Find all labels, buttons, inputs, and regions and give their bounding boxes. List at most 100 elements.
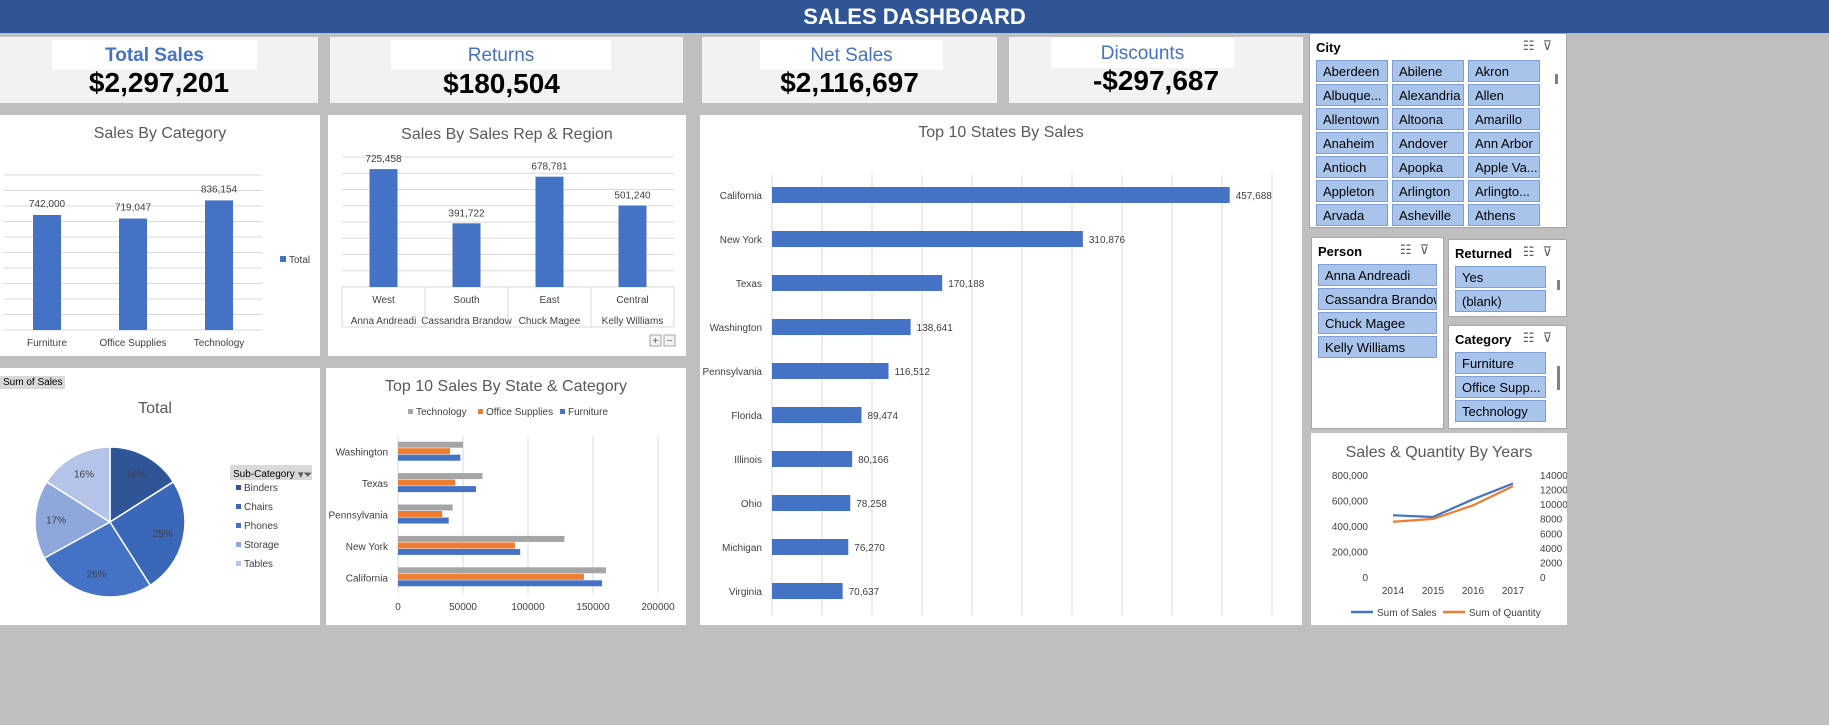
- clear-filter-icon[interactable]: ⊽: [1542, 330, 1560, 345]
- chart-sales-by-category[interactable]: Sales By Category 742,000 Furniture 719,04…: [0, 115, 320, 356]
- x-tick-label: 150000: [576, 602, 610, 613]
- state-label: New York: [720, 235, 763, 246]
- clear-filter-icon[interactable]: ⊽: [1542, 244, 1560, 259]
- slicer-item-altoona[interactable]: Altoona: [1392, 108, 1464, 130]
- data-label: 138,641: [917, 323, 954, 334]
- state-label: Illinois: [734, 455, 762, 466]
- slicer-item-appleton[interactable]: Appleton: [1316, 180, 1388, 202]
- slicer-item-furniture[interactable]: Furniture: [1455, 352, 1546, 374]
- slicer-item-andover[interactable]: Andover: [1392, 132, 1464, 154]
- legend-label: Binders: [244, 483, 278, 494]
- returned-slicer[interactable]: Returned ☷⊽ Yes (blank): [1448, 239, 1567, 317]
- kpi-label: Total Sales: [52, 40, 257, 70]
- multi-select-icon[interactable]: ☷: [1523, 38, 1543, 53]
- slicer-item-akron[interactable]: Akron: [1468, 60, 1540, 82]
- slicer-item-kelly-williams[interactable]: Kelly Williams: [1318, 336, 1437, 358]
- chart-state-category[interactable]: Top 10 Sales By State & Category 0 50000 1…: [326, 368, 686, 625]
- chart-title: Sales By Category: [93, 125, 227, 142]
- y-right-tick: 10000: [1540, 500, 1567, 511]
- slicer-item-cassandra-brandow[interactable]: Cassandra Brandow: [1318, 288, 1437, 310]
- slicer-item-aberdeen[interactable]: Aberdeen: [1316, 60, 1388, 82]
- category-label: New York: [346, 542, 389, 553]
- sales-by-category-plot: 742,000 Furniture 719,047 Office Supplies 83…: [4, 174, 310, 349]
- slicer-item-apopka[interactable]: Apopka: [1392, 156, 1464, 178]
- slicer-scrollbar[interactable]: [1557, 280, 1560, 290]
- slicer-item-technology[interactable]: Technology: [1455, 400, 1546, 422]
- bar-virginia: [772, 583, 843, 599]
- legend-label: Tables: [244, 559, 273, 570]
- slicer-item-anna-andreadi[interactable]: Anna Andreadi: [1318, 264, 1437, 286]
- bar-texas: [772, 275, 943, 291]
- legend-swatch: [236, 485, 241, 490]
- city-slicer[interactable]: City ☷⊽ Aberdeen Abilene Akron Albuque... Al…: [1309, 33, 1567, 228]
- chart-sales-quantity-years[interactable]: Sales & Quantity By Years 800,000 600,000…: [1311, 433, 1568, 625]
- bar-office-supplies: [398, 542, 515, 549]
- bar-technology: [205, 200, 233, 330]
- slicer-item-apple-va[interactable]: Apple Va...: [1468, 156, 1540, 178]
- slice-label: 26%: [87, 569, 107, 580]
- slicer-item-alexandria[interactable]: Alexandria: [1392, 84, 1464, 106]
- slicer-item-arlington[interactable]: Arlington: [1392, 180, 1464, 202]
- category-label: Furniture: [27, 338, 67, 349]
- data-label: 76,270: [854, 543, 885, 554]
- legend-label: Phones: [244, 521, 278, 532]
- clear-filter-icon[interactable]: ⊽: [1419, 242, 1437, 257]
- person-slicer[interactable]: Person ☷⊽ Anna Andreadi Cassandra Brandow…: [1311, 237, 1444, 429]
- bar-furniture: [398, 486, 476, 493]
- slicer-item-arlingto[interactable]: Arlingto...: [1468, 180, 1540, 202]
- region-label: West: [372, 295, 395, 306]
- x-tick-label: 100000: [511, 602, 545, 613]
- slice-label: 16%: [126, 470, 146, 481]
- slicer-item-arvada[interactable]: Arvada: [1316, 204, 1388, 226]
- slicer-item-ann-arbor[interactable]: Ann Arbor: [1468, 132, 1540, 154]
- slicer-item-anaheim[interactable]: Anaheim: [1316, 132, 1388, 154]
- bar-technology: [398, 535, 565, 542]
- chart-top10-states[interactable]: Top 10 States By Sales California 457,688…: [700, 115, 1302, 625]
- x-tick-label: 2017: [1502, 586, 1525, 597]
- multi-select-icon[interactable]: ☷: [1523, 330, 1543, 345]
- chart-title: Total: [138, 400, 172, 417]
- legend-label: Furniture: [568, 407, 608, 418]
- kpi-value: -$297,687: [1092, 65, 1220, 96]
- x-tick-label: 0: [395, 602, 401, 613]
- kpi-net-sales: Net Sales $2,116,697: [702, 37, 997, 103]
- slicer-scrollbar[interactable]: [1555, 74, 1558, 84]
- y-right-tick: 4000: [1540, 544, 1563, 555]
- slicer-item-allen[interactable]: Allen: [1468, 84, 1540, 106]
- data-label: 719,047: [115, 203, 152, 214]
- slicer-item-albuque[interactable]: Albuque...: [1316, 84, 1388, 106]
- region-label: East: [539, 295, 559, 306]
- multi-select-icon[interactable]: ☷: [1400, 242, 1420, 257]
- slicer-item-yes[interactable]: Yes: [1455, 266, 1546, 288]
- slicer-item-amarillo[interactable]: Amarillo: [1468, 108, 1540, 130]
- slicer-item-chuck-magee[interactable]: Chuck Magee: [1318, 312, 1437, 334]
- slicer-item-athens[interactable]: Athens: [1468, 204, 1540, 226]
- slicer-item-allentown[interactable]: Allentown: [1316, 108, 1388, 130]
- chart-subcategory-pie[interactable]: Sum of Sales Total 16% 25% 26% 17% 16% Sub-Ca…: [0, 368, 320, 625]
- bar-pennsylvania: [772, 363, 889, 379]
- slicer-tools: ☷⊽: [1523, 330, 1560, 346]
- bar-furniture: [398, 454, 461, 461]
- slicer-item--blank[interactable]: (blank): [1455, 290, 1546, 312]
- slicer-title: City: [1316, 40, 1341, 55]
- bar-new-york: [772, 231, 1083, 247]
- slicer-item-office-supp[interactable]: Office Supp...: [1455, 376, 1546, 398]
- slicer-scrollbar[interactable]: [1557, 366, 1560, 390]
- slicer-item-abilene[interactable]: Abilene: [1392, 60, 1464, 82]
- sales-rep-label: Anna Andreadi: [351, 316, 417, 327]
- legend-swatch: [478, 409, 483, 414]
- slicer-item-asheville[interactable]: Asheville: [1392, 204, 1464, 226]
- kpi-value: $180,504: [443, 68, 560, 99]
- minus-icon: −: [667, 336, 673, 347]
- state-label: California: [720, 191, 763, 202]
- sum-of-sales-field-button[interactable]: Sum of Sales: [0, 376, 66, 389]
- x-tick-label: 200000: [641, 602, 675, 613]
- multi-select-icon[interactable]: ☷: [1523, 244, 1543, 259]
- clear-filter-icon[interactable]: ⊽: [1542, 38, 1560, 53]
- chart-sales-by-rep-region[interactable]: Sales By Sales Rep & Region 725,458 West A…: [328, 115, 686, 356]
- category-slicer[interactable]: Category ☷⊽ Furniture Office Supp... Techn…: [1448, 325, 1567, 429]
- slicer-item-antioch[interactable]: Antioch: [1316, 156, 1388, 178]
- legend-title: Sub-Category: [233, 469, 295, 480]
- slicer-title: Person: [1318, 244, 1363, 259]
- bar-ohio: [772, 495, 851, 511]
